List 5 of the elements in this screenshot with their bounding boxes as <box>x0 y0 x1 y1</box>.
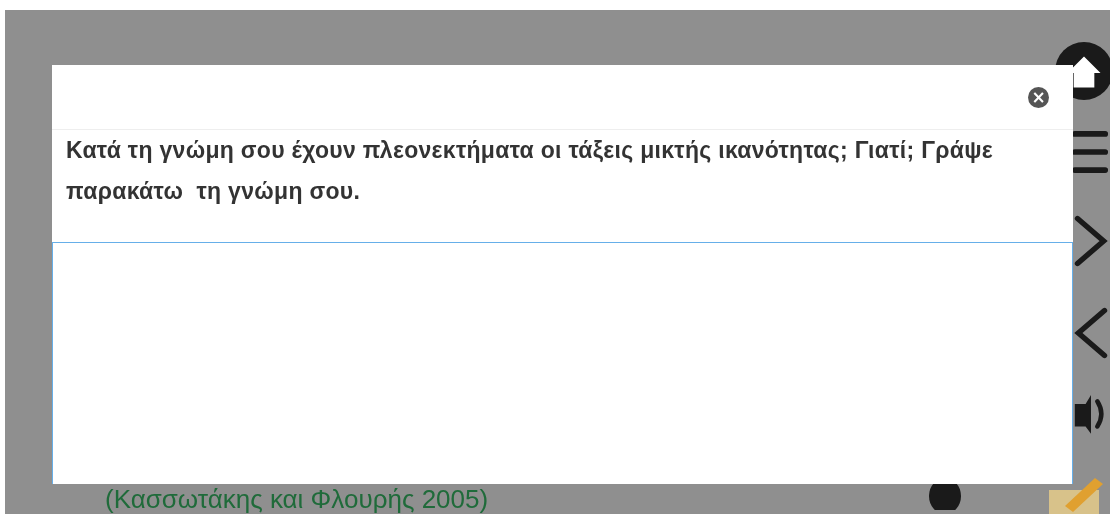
answer-field[interactable] <box>52 242 1073 484</box>
question-text: Κατά τη γνώμη σου έχουν πλεονεκτήματα οι τάξεις μικτής ικανότητας; Γιατί; Γράψε παρακάτω τη γνώμη σου. <box>65 136 995 206</box>
close-button[interactable]: × <box>1028 86 1049 108</box>
citation-text: (Κασσωτάκης και Φλουρής 2005) <box>105 485 489 513</box>
menu-icon[interactable] <box>1071 128 1109 176</box>
